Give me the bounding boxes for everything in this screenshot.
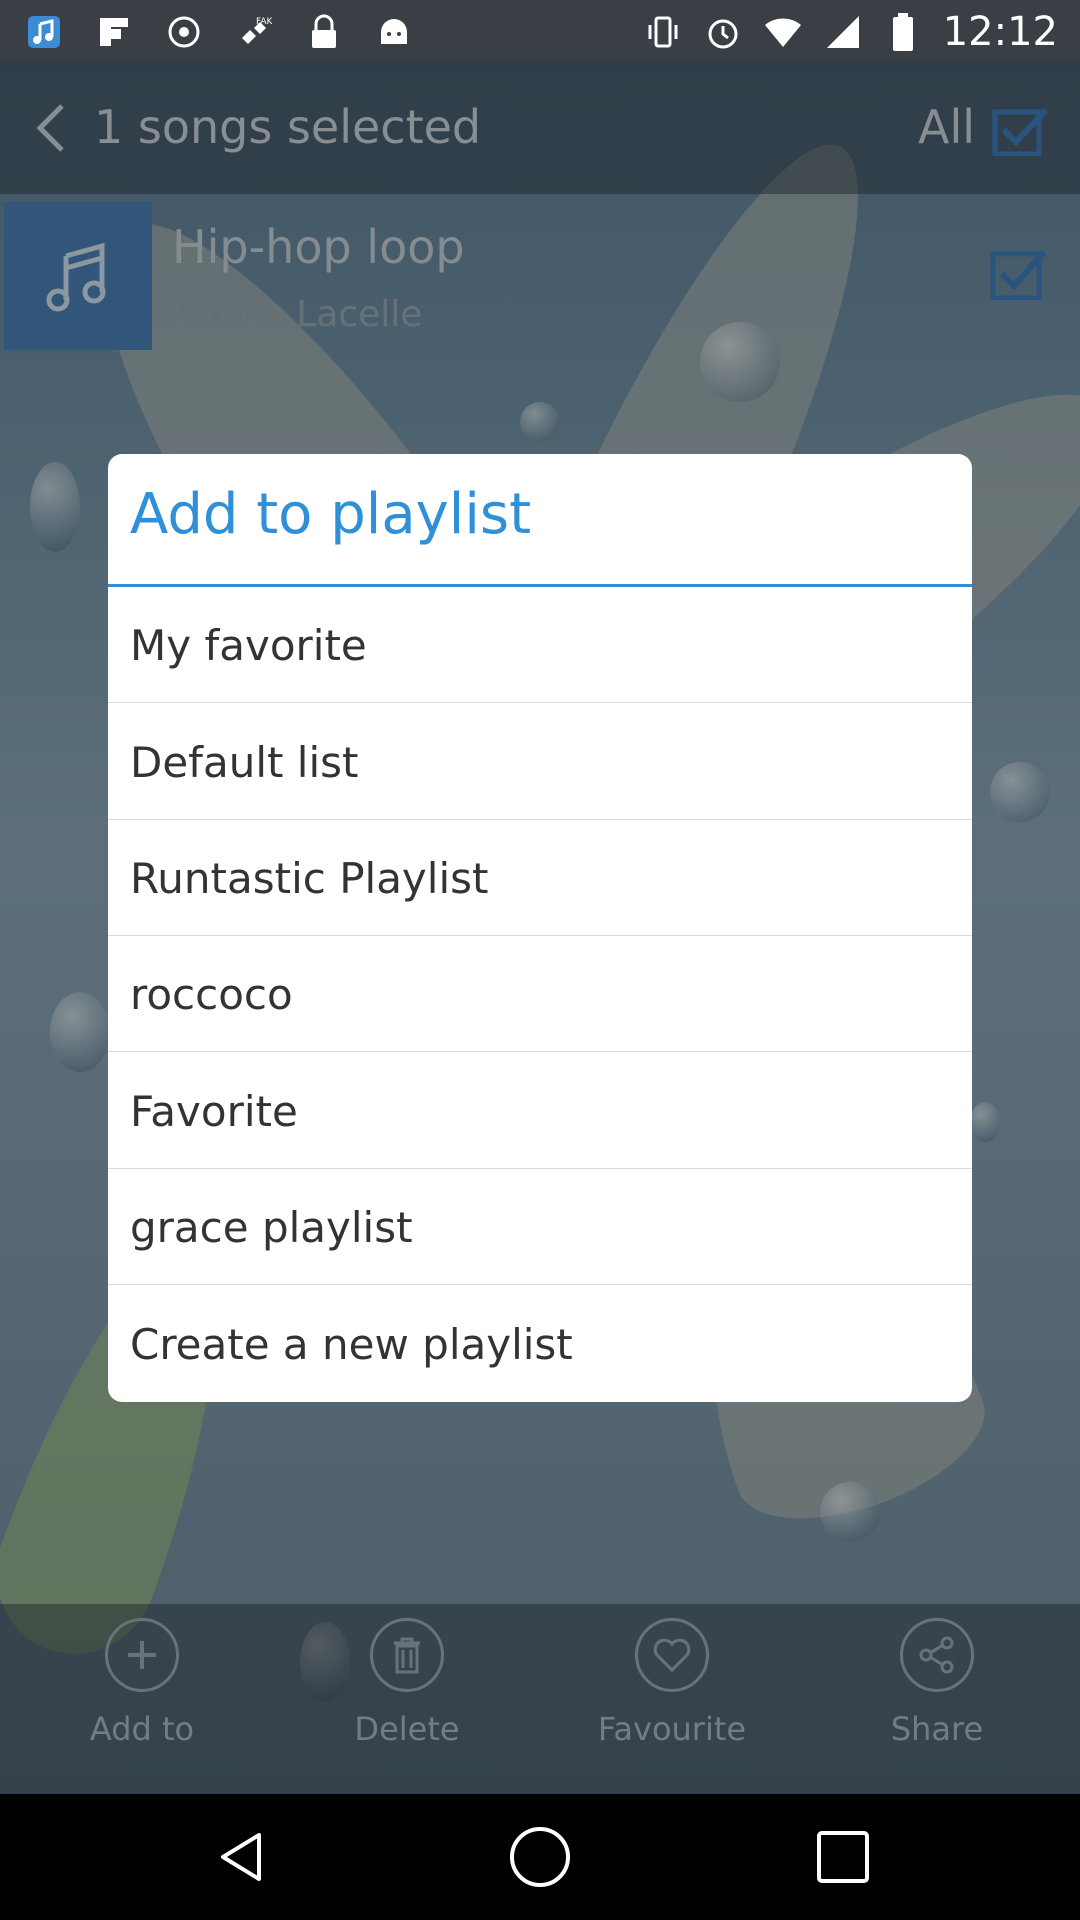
nav-recents-icon[interactable] bbox=[808, 1822, 878, 1892]
playlist-item-default-list[interactable]: Default list bbox=[108, 704, 972, 820]
playlist-item-label: Favorite bbox=[130, 1087, 298, 1136]
wifi-icon bbox=[763, 12, 803, 52]
status-bar: FAKE 12:12 bbox=[0, 0, 1080, 62]
sync-icon bbox=[164, 12, 204, 52]
satellite-icon: FAKE bbox=[234, 12, 274, 52]
clock: 12:12 bbox=[942, 9, 1058, 55]
playlist-item-favorite[interactable]: Favorite bbox=[108, 1053, 972, 1169]
nav-home-icon[interactable] bbox=[505, 1822, 575, 1892]
vibrate-icon bbox=[643, 12, 683, 52]
playlist-item-label: roccoco bbox=[130, 970, 293, 1019]
music-note-icon bbox=[24, 12, 64, 52]
playlist-item-my-favorite[interactable]: My favorite bbox=[108, 587, 972, 703]
playlist-item-runtastic-playlist[interactable]: Runtastic Playlist bbox=[108, 820, 972, 936]
signal-icon bbox=[823, 12, 863, 52]
playlist-item-label: My favorite bbox=[130, 621, 367, 670]
battery-icon bbox=[883, 12, 923, 52]
android-icon bbox=[374, 12, 414, 52]
create-new-playlist-item[interactable]: Create a new playlist bbox=[108, 1286, 972, 1402]
playlist-item-label: Default list bbox=[130, 738, 359, 787]
playlist-item-grace-playlist[interactable]: grace playlist bbox=[108, 1169, 972, 1285]
playlist-item-label: Create a new playlist bbox=[130, 1320, 573, 1369]
flipboard-icon bbox=[94, 12, 134, 52]
nav-back-icon[interactable] bbox=[208, 1822, 278, 1892]
add-to-playlist-dialog: Add to playlist My favorite Default list… bbox=[108, 454, 972, 1402]
lock-icon bbox=[304, 12, 344, 52]
playlist-item-label: Runtastic Playlist bbox=[130, 854, 489, 903]
dialog-title: Add to playlist bbox=[130, 482, 532, 547]
alarm-icon bbox=[703, 12, 743, 52]
playlist-item-label: grace playlist bbox=[130, 1203, 413, 1252]
playlist-item-roccoco[interactable]: roccoco bbox=[108, 936, 972, 1052]
svg-text:FAKE: FAKE bbox=[256, 17, 272, 27]
navigation-bar bbox=[0, 1794, 1080, 1920]
